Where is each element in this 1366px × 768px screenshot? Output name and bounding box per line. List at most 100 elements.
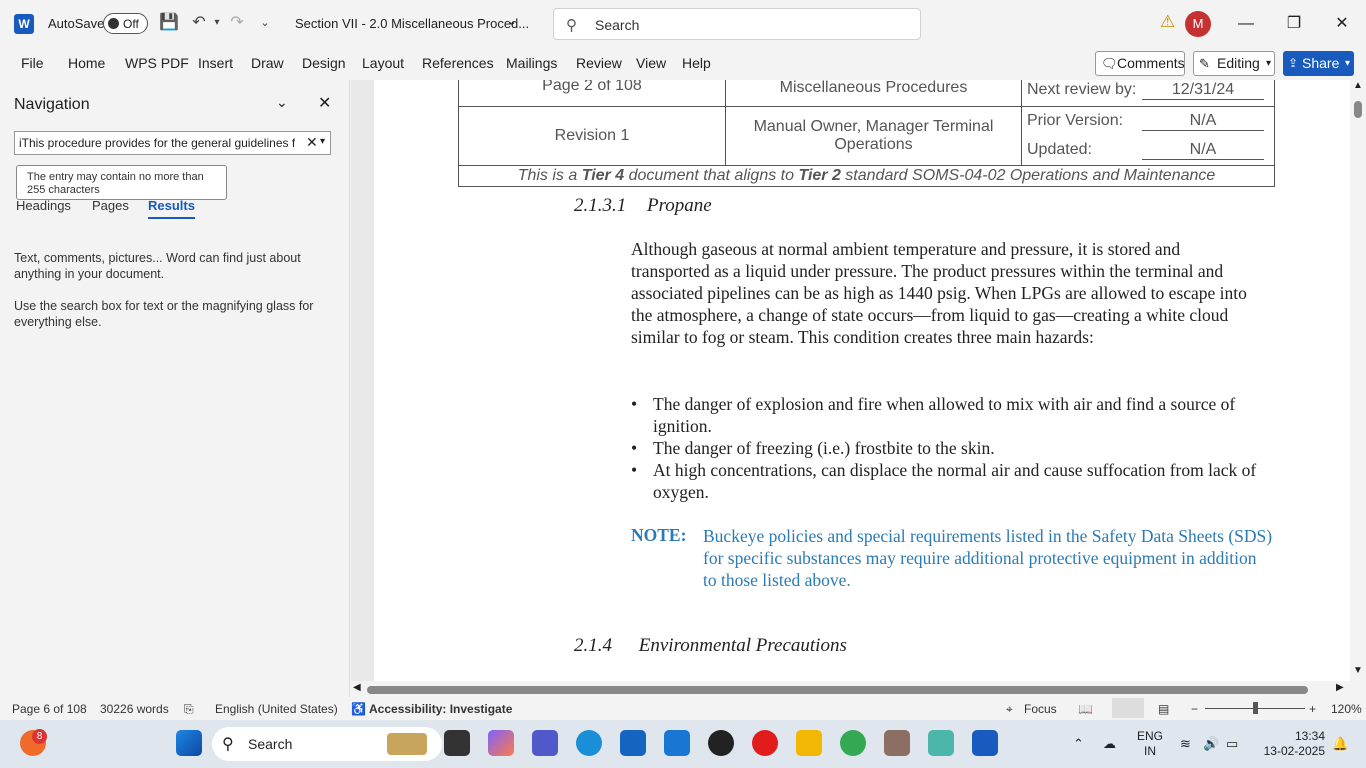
taskbar: ⚲ Search ⌃ ☁ ENG IN ≋ 🔊 ▭ 13:34 13-02-20… (0, 720, 1366, 768)
vertical-scrollbar[interactable]: ▲ ▼ (1350, 80, 1366, 681)
warning-icon[interactable]: ⚠ (1160, 13, 1178, 31)
menu-wps-pdf[interactable]: WPS PDF (125, 55, 189, 71)
notification-icon[interactable]: 🔔 (1332, 736, 1348, 752)
taskbar-search-label: Search (248, 736, 293, 752)
menu-mailings[interactable]: Mailings (506, 55, 557, 71)
note-label: NOTE: (631, 525, 687, 545)
menu-insert[interactable]: Insert (198, 55, 233, 71)
word-count[interactable]: 30226 words (100, 702, 169, 716)
accessibility-icon: ♿ (351, 702, 366, 716)
revision-cell: Revision 1 (458, 106, 726, 166)
search-box[interactable]: ⚲ Search (553, 8, 921, 40)
nav-search-input[interactable]: iThis procedure provides for the general… (14, 131, 331, 155)
scroll-thumb[interactable] (1354, 101, 1362, 118)
menu-view[interactable]: View (636, 55, 666, 71)
tier-text: document that aligns to (624, 167, 799, 184)
web-layout-icon[interactable]: ▤ (1158, 702, 1169, 716)
task-view-icon[interactable] (444, 730, 470, 756)
chevron-down-icon[interactable]: ▾ (320, 136, 325, 147)
close-icon[interactable]: ✕ (1327, 12, 1357, 36)
word-taskbar-icon[interactable] (972, 730, 998, 756)
customize-qat-icon[interactable]: ⌄ (254, 12, 276, 34)
document-canvas[interactable]: Page 2 of 108 Miscellaneous Procedures N… (351, 80, 1350, 681)
editing-button[interactable]: ✎ Editing ▾ (1193, 51, 1275, 76)
app-icon[interactable] (928, 730, 954, 756)
print-layout-icon[interactable] (1112, 698, 1144, 718)
tab-pages[interactable]: Pages (92, 198, 129, 213)
menu-help[interactable]: Help (682, 55, 711, 71)
horizontal-scrollbar[interactable]: ◀ ▶ (351, 681, 1350, 697)
updated-value: N/A (1142, 141, 1264, 160)
opera-icon[interactable] (752, 730, 778, 756)
read-mode-icon[interactable]: 📖 (1078, 702, 1093, 716)
scroll-left-icon[interactable]: ◀ (353, 682, 361, 693)
section-heading: 2.1.3.1 Propane (574, 195, 712, 217)
avatar[interactable]: M (1185, 11, 1211, 37)
zoom-slider-thumb[interactable] (1253, 702, 1258, 714)
windows-start-icon[interactable] (176, 730, 202, 756)
chrome-icon[interactable] (840, 730, 866, 756)
menu-design[interactable]: Design (302, 55, 346, 71)
dell-icon[interactable] (708, 730, 734, 756)
save-icon[interactable]: 💾 (158, 12, 180, 34)
chevron-up-icon[interactable]: ⌃ (1073, 736, 1084, 752)
battery-icon[interactable]: ▭ (1226, 736, 1238, 752)
accessibility-status[interactable]: Accessibility: Investigate (369, 702, 512, 716)
edge-icon[interactable] (576, 730, 602, 756)
app-icon[interactable] (664, 730, 690, 756)
document-title[interactable]: Section VII - 2.0 Miscellaneous Proced..… (295, 16, 529, 31)
scroll-down-icon[interactable]: ▼ (1353, 665, 1363, 676)
focus-button[interactable]: Focus (1024, 702, 1057, 716)
network-app-icon[interactable]: ☁ (1103, 736, 1116, 752)
nav-title: Navigation (14, 96, 90, 113)
menu-file[interactable]: File (21, 55, 44, 71)
comments-button[interactable]: 🗨 Comments (1095, 51, 1185, 76)
zoom-level[interactable]: 120% (1331, 702, 1362, 716)
proofing-icon[interactable]: ⎘ (184, 702, 194, 717)
chevron-down-icon[interactable]: ⌄ (276, 94, 288, 111)
redo-icon[interactable]: ↷ (226, 12, 248, 34)
document-page[interactable]: Page 2 of 108 Miscellaneous Procedures N… (374, 80, 1350, 681)
store-icon[interactable] (620, 730, 646, 756)
share-button[interactable]: ⇪ Share ▾ (1283, 51, 1354, 76)
zoom-in-icon[interactable]: + (1309, 702, 1316, 716)
language-indicator[interactable]: ENG IN (1137, 729, 1163, 759)
undo-dropdown-icon[interactable]: ▾ (206, 12, 228, 34)
time: 13:34 (1294, 729, 1325, 743)
teams-icon[interactable] (532, 730, 558, 756)
prior-version-value: N/A (1142, 112, 1264, 131)
menu-home[interactable]: Home (68, 55, 105, 71)
scroll-thumb[interactable] (367, 686, 1308, 694)
chevron-down-icon: ▾ (1265, 58, 1271, 69)
maximize-icon[interactable]: ❐ (1279, 12, 1309, 36)
zoom-out-icon[interactable]: − (1191, 702, 1198, 716)
list-item: The danger of explosion and fire when al… (631, 393, 1271, 437)
menu-draw[interactable]: Draw (251, 55, 284, 71)
word-app-icon: W (14, 14, 34, 34)
next-review-value: 12/31/24 (1142, 81, 1264, 100)
close-icon[interactable]: ✕ (318, 93, 331, 113)
chevron-down-icon: ▾ (1344, 58, 1350, 69)
wifi-icon[interactable]: ≋ (1180, 736, 1191, 752)
clear-search-icon[interactable]: ✕ (306, 134, 318, 151)
tab-headings[interactable]: Headings (16, 198, 71, 213)
scroll-up-icon[interactable]: ▲ (1353, 80, 1363, 91)
volume-icon[interactable]: 🔊 (1203, 736, 1219, 752)
minimize-icon[interactable]: — (1231, 12, 1261, 36)
chevron-down-icon[interactable]: ⌄ (507, 14, 517, 28)
menu-references[interactable]: References (422, 55, 494, 71)
tooltip: The entry may contain no more than 255 c… (16, 165, 227, 200)
file-explorer-icon[interactable] (796, 730, 822, 756)
page-count[interactable]: Page 6 of 108 (12, 702, 87, 716)
clock[interactable]: 13:34 13-02-2025 (1259, 729, 1325, 759)
app-icon[interactable] (884, 730, 910, 756)
body-paragraph: Although gaseous at normal ambient tempe… (631, 239, 1247, 347)
menu-review[interactable]: Review (576, 55, 622, 71)
tab-results[interactable]: Results (148, 198, 195, 219)
taskbar-search[interactable]: ⚲ Search (212, 727, 442, 761)
scroll-right-icon[interactable]: ▶ (1336, 682, 1344, 693)
menu-layout[interactable]: Layout (362, 55, 404, 71)
language[interactable]: English (United States) (215, 702, 338, 716)
copilot-icon[interactable] (488, 730, 514, 756)
autosave-toggle[interactable]: Off (103, 13, 148, 34)
